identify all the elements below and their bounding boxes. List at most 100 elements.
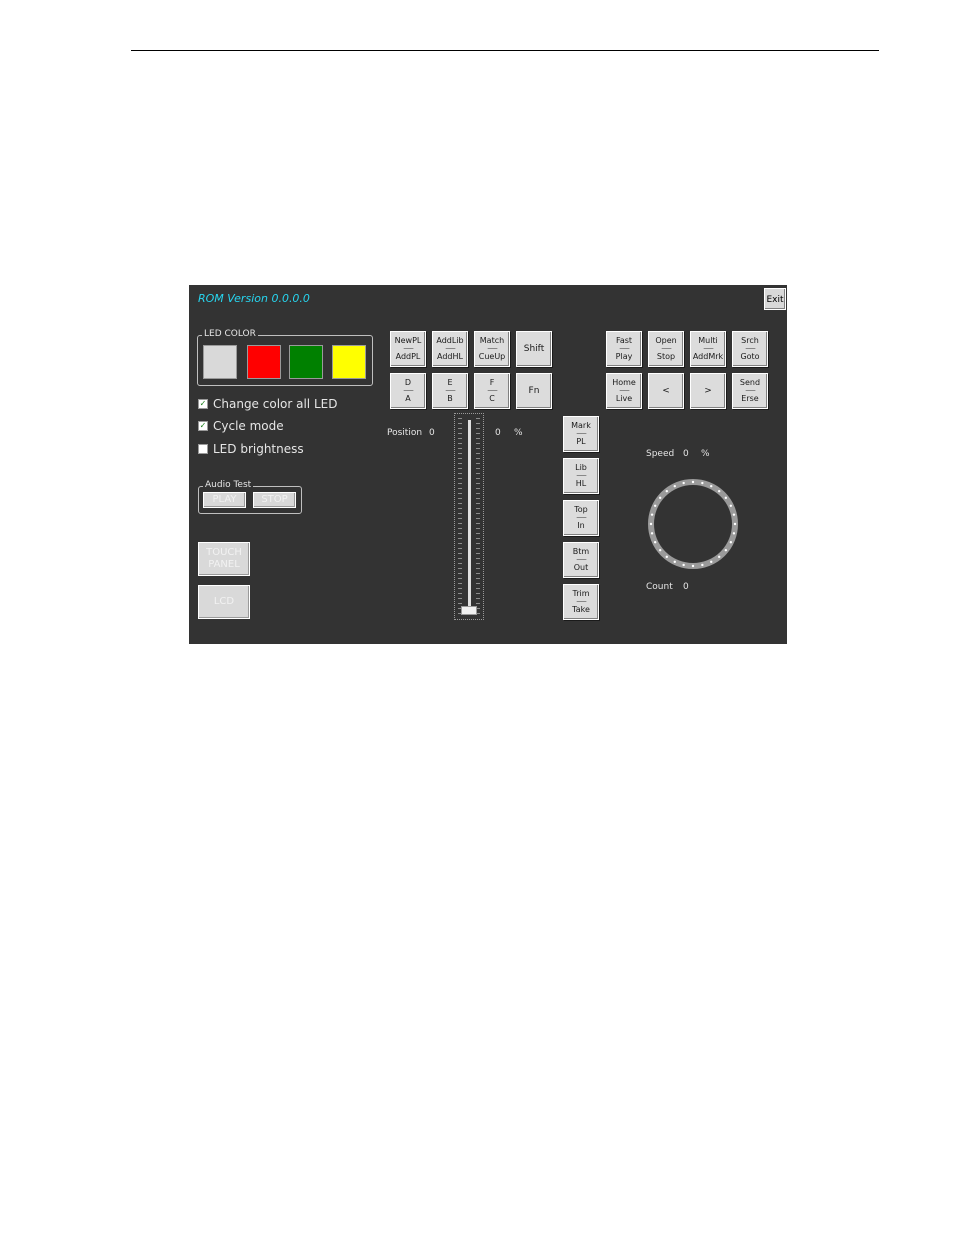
- key-label-bottom: B: [447, 394, 453, 403]
- jog-dot: [729, 504, 733, 507]
- jog-dot: [732, 532, 736, 535]
- key-label-bottom: AddHL: [437, 352, 463, 361]
- jog-dot: [701, 563, 704, 567]
- jog-dot: [717, 555, 721, 559]
- key-fn-button[interactable]: Fn: [516, 373, 552, 409]
- key-next-button[interactable]: >: [690, 373, 726, 409]
- key-label-bottom: A: [405, 394, 411, 403]
- jog-dot: [650, 532, 654, 535]
- touch-panel-button[interactable]: TOUCH PANEL: [198, 542, 250, 576]
- jog-dot: [673, 484, 676, 488]
- key-label-bottom: C: [489, 394, 495, 403]
- led-color-title: LED COLOR: [202, 329, 258, 339]
- key-f-button[interactable]: F -------- C: [474, 373, 510, 409]
- led-color-group: LED COLOR: [197, 329, 373, 386]
- jog-wheel[interactable]: [646, 477, 740, 571]
- key-label-bottom: Play: [615, 352, 633, 361]
- jog-dot: [682, 481, 685, 485]
- checkbox-label: Cycle mode: [213, 419, 284, 433]
- led-swatch-green[interactable]: [289, 345, 323, 379]
- key-addlib-button[interactable]: AddLib -------- AddHL: [432, 331, 468, 367]
- checkbox-change-color-all-led[interactable]: ✓ Change color all LED: [198, 397, 337, 411]
- speed-percent-sign: %: [701, 449, 710, 459]
- jog-dot: [701, 481, 704, 485]
- key-e-button[interactable]: E -------- B: [432, 373, 468, 409]
- jog-dot: [729, 541, 733, 544]
- position-percent-sign: %: [514, 428, 523, 438]
- jog-dot: [653, 504, 657, 507]
- exit-button[interactable]: Exit: [764, 288, 786, 310]
- jog-dot: [649, 522, 653, 526]
- jog-dot: [653, 541, 657, 544]
- jog-dot: [658, 548, 662, 552]
- jog-dot: [691, 480, 695, 484]
- rom-version-label: ROM Version 0.0.0.0: [198, 292, 310, 305]
- key-label-bottom: Out: [573, 563, 589, 572]
- checkbox-box[interactable]: ✓: [198, 399, 208, 409]
- key-multi-button[interactable]: Multi -------- AddMrk: [690, 331, 726, 367]
- key-label-bottom: AddMrk: [692, 352, 724, 361]
- key-label-bottom: AddPL: [395, 352, 421, 361]
- key-prev-button[interactable]: <: [648, 373, 684, 409]
- key-lib-button[interactable]: Lib -------- HL: [563, 458, 599, 494]
- jog-dot: [724, 548, 728, 552]
- position-fader[interactable]: [454, 413, 484, 620]
- checkbox-label: Change color all LED: [213, 397, 338, 411]
- jog-dot: [732, 513, 736, 516]
- page-top-rule: [131, 50, 879, 51]
- jog-dot: [665, 555, 669, 559]
- jog-dot: [733, 522, 737, 526]
- key-shift-button[interactable]: Shift: [516, 331, 552, 367]
- position-percent-value: 0: [495, 428, 501, 438]
- fader-track: [468, 420, 471, 610]
- key-label-bottom: HL: [575, 479, 587, 488]
- jog-dot: [710, 560, 713, 564]
- jog-dot: [650, 513, 654, 516]
- key-label-bottom: In: [577, 521, 585, 530]
- key-label: <: [662, 386, 670, 396]
- key-btm-button[interactable]: Btm -------- Out: [563, 542, 599, 578]
- key-label-bottom: Erse: [741, 394, 759, 403]
- key-send-button[interactable]: Send -------- Erse: [732, 373, 768, 409]
- key-fast-button[interactable]: Fast -------- Play: [606, 331, 642, 367]
- audio-stop-button[interactable]: STOP: [253, 492, 296, 508]
- key-top-button[interactable]: Top -------- In: [563, 500, 599, 536]
- key-open-button[interactable]: Open -------- Stop: [648, 331, 684, 367]
- key-home-button[interactable]: Home -------- Live: [606, 373, 642, 409]
- key-label-bottom: Stop: [656, 352, 676, 361]
- jog-dot: [673, 560, 676, 564]
- jog-ring: [648, 479, 738, 569]
- led-swatch-red[interactable]: [247, 345, 281, 379]
- checkbox-led-brightness[interactable]: LED brightness: [198, 442, 304, 456]
- key-trim-button[interactable]: Trim -------- Take: [563, 584, 599, 620]
- jog-dot: [717, 489, 721, 493]
- audio-play-button[interactable]: PLAY: [203, 492, 246, 508]
- key-d-button[interactable]: D -------- A: [390, 373, 426, 409]
- speed-label: Speed: [646, 449, 675, 459]
- fader-thumb[interactable]: [461, 606, 477, 615]
- count-label: Count: [646, 582, 673, 592]
- checkbox-box[interactable]: ✓: [198, 421, 208, 431]
- key-mark-button[interactable]: Mark -------- PL: [563, 416, 599, 452]
- checkbox-cycle-mode[interactable]: ✓ Cycle mode: [198, 419, 284, 433]
- key-match-button[interactable]: Match -------- CueUp: [474, 331, 510, 367]
- jog-dot: [658, 496, 662, 500]
- count-value: 0: [683, 582, 689, 592]
- audio-test-group: Audio Test PLAY STOP: [198, 480, 302, 514]
- key-srch-button[interactable]: Srch -------- Goto: [732, 331, 768, 367]
- key-label: Fn: [528, 386, 540, 396]
- led-swatch-white[interactable]: [203, 345, 237, 379]
- position-label: Position: [387, 428, 423, 438]
- jog-dot: [682, 563, 685, 567]
- key-label-bottom: Take: [572, 605, 590, 614]
- key-newpl-button[interactable]: NewPL -------- AddPL: [390, 331, 426, 367]
- test-panel-window: ROM Version 0.0.0.0 Exit LED COLOR ✓ Cha…: [189, 285, 787, 644]
- jog-dot: [710, 484, 713, 488]
- lcd-button[interactable]: LCD: [198, 585, 250, 619]
- led-swatch-yellow[interactable]: [332, 345, 366, 379]
- key-label: >: [704, 386, 712, 396]
- checkbox-box[interactable]: [198, 444, 208, 454]
- key-label-bottom: Live: [615, 394, 633, 403]
- checkbox-label: LED brightness: [213, 442, 304, 456]
- jog-dot: [691, 564, 695, 568]
